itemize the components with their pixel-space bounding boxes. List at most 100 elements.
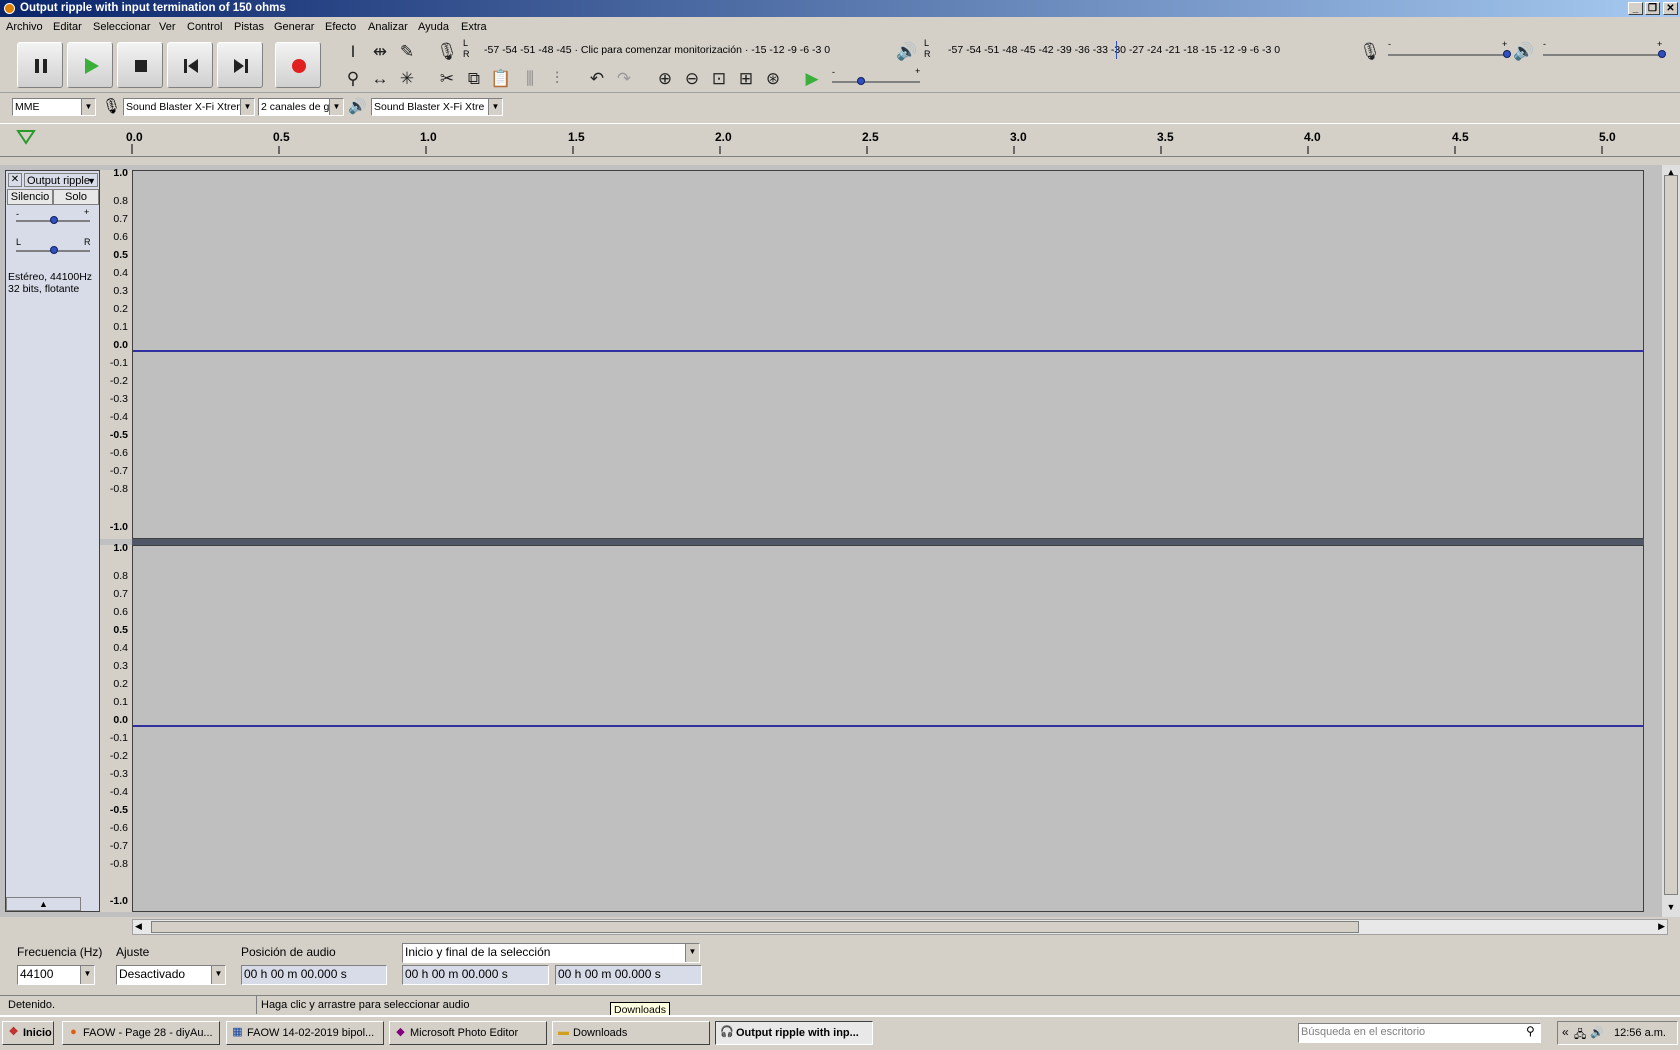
collapse-track-button[interactable]: ▲ [6,897,81,911]
pan-thumb[interactable] [50,246,58,254]
record-button[interactable] [275,42,321,88]
recording-device-select[interactable]: Sound Blaster X-Fi Xtrem ▼ [123,98,255,116]
stop-button[interactable] [117,42,163,88]
mute-button[interactable]: Silencio [7,189,53,205]
output-volume-thumb[interactable] [1658,50,1666,58]
start-button[interactable]: ❖ Inicio [2,1021,54,1045]
waveform-line [133,725,1643,727]
waveform-right-channel[interactable] [132,545,1644,912]
play-meter-scale[interactable]: -57 -54 -51 -48 -45 -42 -39 -36 -33 -30 … [948,44,1280,56]
vertical-scroll-thumb[interactable] [1664,175,1678,895]
input-volume-thumb[interactable] [1503,50,1511,58]
selection-tool-icon[interactable]: I [341,40,365,64]
channels-select[interactable]: 2 canales de g ▼ [258,98,344,116]
ruler-label: 4.5 [1452,130,1469,144]
menu-pistas[interactable]: Pistas [234,21,264,33]
draw-tool-icon[interactable]: ✎ [395,40,419,64]
zoom-toggle-icon[interactable]: ⊛ [761,67,785,91]
desktop-search-input[interactable]: Búsqueda en el escritorio [1298,1023,1541,1043]
cut-icon[interactable]: ✂ [435,67,459,91]
pan-right-label: R [84,237,91,247]
input-volume-slider[interactable] [1388,54,1508,56]
selection-mode-select[interactable]: Inicio y final de la selección ▼ [402,943,700,963]
play-speed-thumb[interactable] [857,77,865,85]
search-icon[interactable]: ⚲ [1526,1024,1535,1038]
volume-tray-icon[interactable]: 🔊 [1590,1026,1604,1039]
project-rate-select[interactable]: 44100 ▼ [17,965,95,985]
menu-ver[interactable]: Ver [159,21,176,33]
zoom-in-icon[interactable]: ⊕ [653,67,677,91]
chevron-down-icon: ▼ [81,99,95,115]
menu-analizar[interactable]: Analizar [368,21,408,33]
envelope-tool-icon[interactable]: ⇹ [368,40,392,64]
solo-button[interactable]: Solo [53,189,99,205]
status-divider [256,996,257,1014]
output-volume-slider[interactable] [1543,54,1663,56]
undo-icon[interactable]: ↶ [585,67,609,91]
menu-ayuda[interactable]: Ayuda [418,21,449,33]
fit-project-icon[interactable]: ⊞ [734,67,758,91]
taskbar-item-firefox[interactable]: ● FAOW - Page 28 - diyAu... [62,1021,220,1045]
menu-generar[interactable]: Generar [274,21,314,33]
play-icon [85,58,99,74]
minimize-button[interactable]: _ [1628,2,1643,15]
audio-host-select[interactable]: MME ▼ [12,98,96,116]
audio-position-field[interactable]: 00 h 00 m 00.000 s [241,965,387,985]
skip-start-button[interactable] [167,42,213,88]
skip-end-button[interactable] [217,42,263,88]
speaker-icon[interactable]: 🔊 [895,40,919,64]
close-button[interactable]: ✕ [1663,2,1678,15]
playback-device-select[interactable]: Sound Blaster X-Fi Xtre ▼ [371,98,503,116]
copy-icon[interactable]: ⧉ [462,67,486,91]
menu-extra[interactable]: Extra [461,21,487,33]
network-icon[interactable]: 🖧 [1574,1026,1586,1045]
track-name-menu[interactable]: Output ripple ▼ [24,173,98,187]
horizontal-scrollbar[interactable]: ◀ ▶ [132,919,1668,935]
selection-end-field[interactable]: 00 h 00 m 00.000 s [555,965,702,985]
gain-thumb[interactable] [50,216,58,224]
play-at-speed-icon[interactable]: ▶ [800,67,824,91]
scroll-right-icon[interactable]: ▶ [1658,921,1665,932]
taskbar-item-downloads[interactable]: ▬ Downloads [552,1021,710,1045]
taskbar-item-faow[interactable]: ▦ FAOW 14-02-2019 bipol... [226,1021,384,1045]
scroll-down-icon[interactable]: ▼ [1664,902,1678,914]
taskbar-item-audacity[interactable]: 🎧 Output ripple with inp... [715,1021,873,1045]
play-head-icon[interactable] [16,128,36,146]
play-meter-r: R [924,49,931,59]
multi-tool-icon[interactable]: ✳ [395,67,419,91]
selection-start-field[interactable]: 00 h 00 m 00.000 s [402,965,549,985]
snap-select[interactable]: Desactivado ▼ [116,965,226,985]
redo-icon[interactable]: ↷ [612,67,636,91]
selection-toolbar: Frecuencia (Hz) 44100 ▼ Ajuste Desactivad… [0,937,1680,995]
taskbar-item-photo-editor[interactable]: ◆ Microsoft Photo Editor [389,1021,547,1045]
chevron-down-icon: ▼ [240,99,254,115]
zoom-tool-icon[interactable]: ⚲ [341,67,365,91]
ruler-label: 0.5 [273,130,290,144]
fit-selection-icon[interactable]: ⊡ [707,67,731,91]
photo-editor-icon: ◆ [396,1026,405,1038]
track-control-panel[interactable]: ✕ Output ripple ▼ Silencio Solo - + L R E… [5,170,100,912]
scroll-left-icon[interactable]: ◀ [135,921,142,932]
horizontal-scroll-thumb[interactable] [151,921,1359,933]
pause-button[interactable] [17,42,63,88]
timeshift-tool-icon[interactable]: ↔ [368,67,392,91]
play-button[interactable] [67,42,113,88]
menu-control[interactable]: Control [187,21,222,33]
trim-icon[interactable]: ⫼ [518,67,542,91]
paste-icon[interactable]: 📋 [489,67,513,91]
silence-icon[interactable]: ⫶ [545,67,569,91]
record-meter-scale[interactable]: -57 -54 -51 -48 -45 · Clic para comenzar… [484,44,830,56]
tray-chevron-icon[interactable]: « [1562,1025,1569,1039]
maximize-button[interactable]: ❐ [1645,2,1660,15]
timeline-ruler[interactable]: 0.0 0.5 1.0 1.5 2.0 2.5 3.0 3.5 4.0 4.5 … [0,123,1680,157]
menu-editar[interactable]: Editar [53,21,82,33]
menu-efecto[interactable]: Efecto [325,21,356,33]
menu-archivo[interactable]: Archivo [6,21,43,33]
menu-seleccionar[interactable]: Seleccionar [93,21,150,33]
vertical-scrollbar[interactable]: ▲ ▼ [1662,165,1680,917]
zoom-out-icon[interactable]: ⊖ [680,67,704,91]
track-close-button[interactable]: ✕ [8,173,22,187]
waveform-left-channel[interactable] [132,170,1644,539]
microphone-icon[interactable]: 🎙 [435,40,459,64]
play-speed-slider[interactable] [832,81,920,83]
